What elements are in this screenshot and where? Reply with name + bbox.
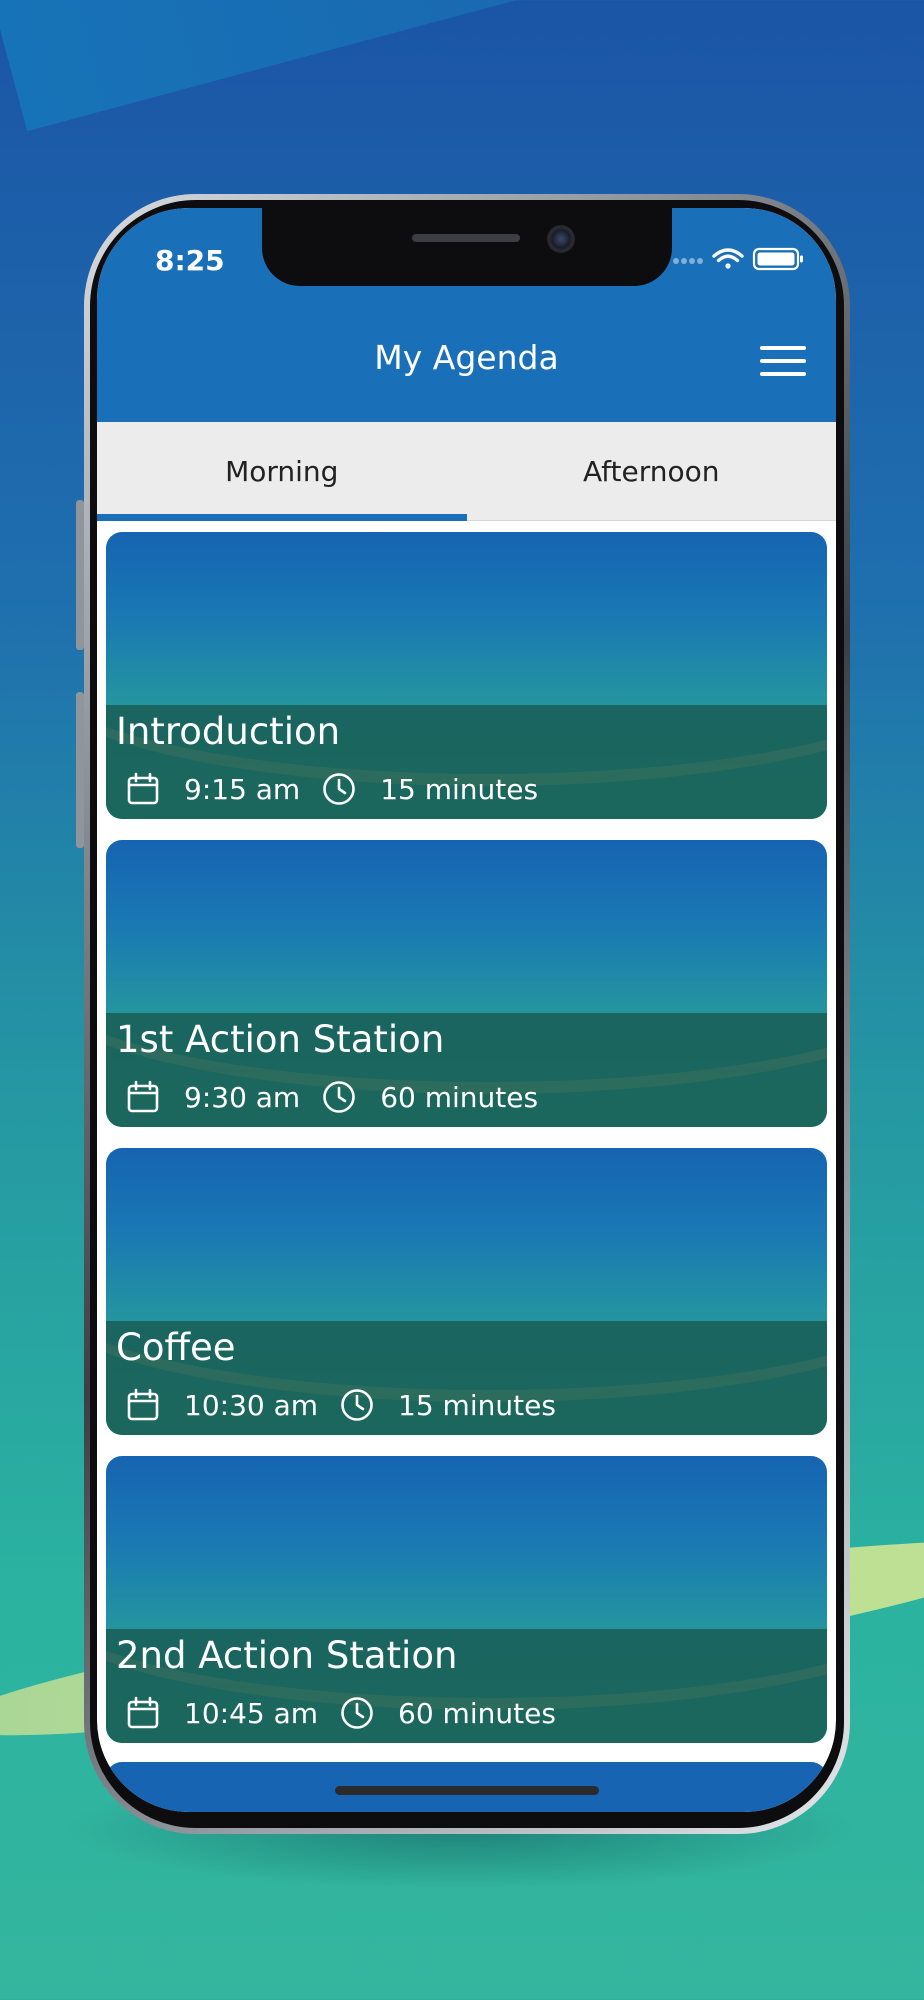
agenda-card[interactable]: Introduction 9:15 am 15 minutes (106, 532, 827, 819)
app-header: 8:25 My Agenda (97, 208, 836, 422)
battery-icon (752, 247, 803, 271)
agenda-card-title: 2nd Action Station (116, 1634, 458, 1677)
agenda-card-duration: 60 minutes (380, 1080, 539, 1114)
clock-icon (341, 1389, 373, 1421)
active-tab-indicator (97, 514, 467, 521)
agenda-card-duration: 15 minutes (398, 1388, 556, 1422)
status-icons (672, 244, 808, 274)
agenda-card-title: Introduction (116, 710, 341, 753)
page-title: My Agenda (374, 338, 559, 377)
wifi-icon (712, 248, 744, 269)
status-icons-svg (673, 247, 803, 271)
background-stripe (0, 0, 924, 132)
agenda-card[interactable]: Coffee 10:30 am 15 minutes (106, 1148, 827, 1435)
home-indicator[interactable] (335, 1786, 599, 1795)
agenda-card-meta: 10:45 am 60 minutes (126, 1693, 578, 1733)
agenda-card-duration: 15 minutes (380, 772, 539, 806)
agenda-card-title: 1st Action Station (116, 1018, 445, 1061)
clock-icon (341, 1697, 373, 1729)
agenda-card-title: Coffee (116, 1326, 236, 1369)
front-camera (547, 225, 575, 253)
clock-icon (323, 773, 356, 805)
tab-afternoon[interactable]: Afternoon (467, 422, 837, 520)
tab-afternoon-label: Afternoon (583, 454, 720, 488)
clock-icon (323, 1081, 356, 1113)
calendar-icon (127, 1080, 159, 1113)
agenda-card-time: 9:30 am (184, 1080, 301, 1114)
agenda-card-time: 9:15 am (184, 772, 301, 806)
agenda-card-meta: 9:30 am 60 minutes (126, 1077, 560, 1117)
signal-dots-icon (673, 258, 703, 264)
agenda-card[interactable]: 2nd Action Station 10:45 am 60 minutes (106, 1456, 827, 1743)
agenda-card-duration: 60 minutes (398, 1696, 556, 1730)
tab-morning[interactable]: Morning (97, 422, 467, 520)
status-time: 8:25 (155, 244, 225, 277)
agenda-card-time: 10:45 am (184, 1696, 319, 1730)
tab-morning-label: Morning (225, 454, 339, 488)
phone-volume-up-button (76, 500, 84, 650)
phone-volume-down-button (76, 692, 84, 848)
app-screen: 8:25 My Agenda Morning Afternoon Introdu… (97, 208, 836, 1812)
calendar-icon (127, 1696, 159, 1729)
agenda-card[interactable]: 1st Action Station 9:30 am 60 minutes (106, 840, 827, 1127)
agenda-card-meta: 9:15 am 15 minutes (126, 769, 560, 809)
agenda-card-meta: 10:30 am 15 minutes (126, 1385, 578, 1425)
tab-bar: Morning Afternoon (97, 422, 836, 521)
calendar-icon (127, 772, 159, 805)
speaker-grille (412, 234, 520, 242)
hamburger-menu-icon[interactable] (760, 346, 806, 376)
phone-notch (262, 208, 672, 286)
calendar-icon (127, 1388, 159, 1421)
agenda-card-time: 10:30 am (184, 1388, 319, 1422)
